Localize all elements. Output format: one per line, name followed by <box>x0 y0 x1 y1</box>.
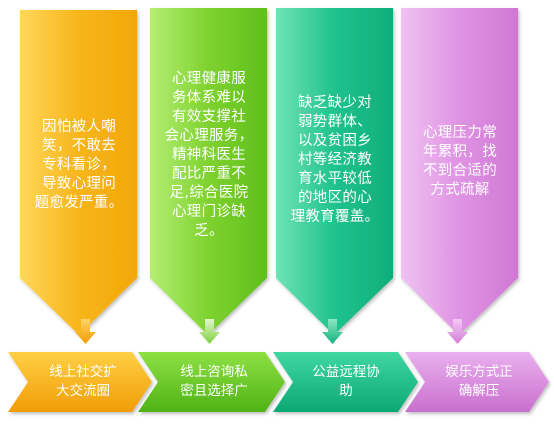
problem-text-3: 缺乏缺少对 弱势群体、 以及贫困乡 村等经济教 育水平较低 的地区的心 理教育覆… <box>290 95 380 225</box>
solution-text-1: 线上社交扩 大交流圈 <box>49 364 117 399</box>
problem-text-2: 心理健康服 务体系难以 有效支撑社 会心理服务， 精神科医生 配比严重不 足,综… <box>164 71 254 239</box>
problem-text-4: 心理压力常 年累积，找 不到合适的 方式疏解 <box>423 125 497 198</box>
solution-text-2: 线上咨询私 密且选择广 <box>180 364 248 399</box>
solution-text-4: 娱乐方式正 确解压 <box>445 364 513 399</box>
solution-text-3: 公益远程协 助 <box>312 364 380 399</box>
problem-text-1: 因怕被人嘲 笑，不敢去 专科看诊， 导致心理问 题愈发严重。 <box>34 119 124 211</box>
